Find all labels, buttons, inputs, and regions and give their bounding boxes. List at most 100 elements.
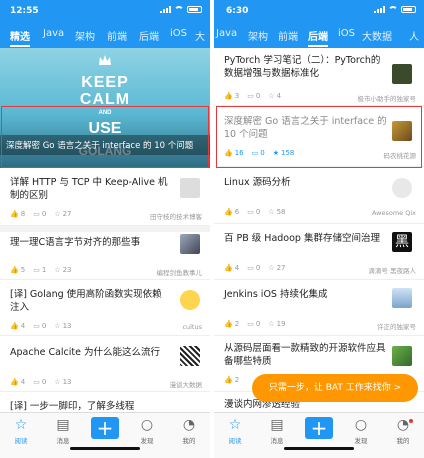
thumbs-up-icon[interactable]: 👍 xyxy=(224,92,233,100)
list-item[interactable]: 详解 HTTP 与 TCP 中 Keep-Alive 机制的区别 👍 8 ▭ 0 ☆… xyxy=(0,168,210,226)
tab-java[interactable]: Java xyxy=(43,28,64,39)
thumbs-up-icon[interactable]: 👍 xyxy=(10,210,19,218)
star-icon[interactable]: ☆ xyxy=(268,320,274,328)
thumbs-up-icon[interactable]: 👍 xyxy=(10,266,19,274)
list-item[interactable]: [译] 一步一脚印，了解多线程 xyxy=(0,392,210,412)
article-thumbnail xyxy=(392,346,412,366)
comment-icon[interactable]: ▭ xyxy=(247,320,254,328)
tab-bigdata[interactable]: 大数据 xyxy=(362,28,392,43)
thumbs-up-icon[interactable]: 👍 xyxy=(224,320,233,328)
article-source: cultus xyxy=(182,323,202,331)
star-icon: ☆ xyxy=(14,417,28,433)
list-item[interactable]: 理一理C语言字节对齐的那些事 👍 5 ▭ 1 ☆ 23 编程剑鱼教事儿 xyxy=(0,226,210,280)
star-icon[interactable]: ☆ xyxy=(268,208,274,216)
left-phone-screen: 12:55 精选 Java 架构 前端 后端 iOS 大 KEEP CALM A… xyxy=(0,0,210,458)
signal-icon xyxy=(374,6,385,13)
star-icon[interactable]: ☆ xyxy=(54,322,60,330)
status-bar: 12:55 xyxy=(0,0,210,24)
nav-profile[interactable]: ◔ 我的 xyxy=(388,417,418,445)
comment-icon[interactable]: ▭ xyxy=(247,264,254,272)
tab-backend[interactable]: 后端 xyxy=(139,28,159,43)
like-count: 4 xyxy=(20,378,26,386)
article-source: 田守枝的技术博客 xyxy=(150,213,202,221)
list-item[interactable]: PyTorch 学习笔记（二）：PyTorch的数据增强与数据标准化 👍 3 ▭ 0… xyxy=(214,48,424,106)
tab-backend[interactable]: 后端 xyxy=(308,28,328,43)
tab-featured[interactable]: 精选 xyxy=(10,28,30,43)
list-item[interactable]: Linux 源码分析 👍 6 ▭ 0 ☆ 58 Awesome Qix xyxy=(214,168,424,224)
star-icon[interactable]: ☆ xyxy=(268,264,274,272)
nav-label: 消息 xyxy=(56,437,70,445)
comment-icon[interactable]: ▭ xyxy=(247,92,254,100)
article-thumbnail xyxy=(180,178,200,198)
article-source: 漫谈大数据 xyxy=(169,381,203,389)
tab-architecture[interactable]: 架构 xyxy=(75,28,95,43)
star-count: 19 xyxy=(276,320,286,328)
like-count: 4 xyxy=(20,322,26,330)
thumbs-up-icon[interactable]: 👍 xyxy=(224,264,233,272)
comment-count: 1 xyxy=(41,266,47,274)
clock-avatar xyxy=(392,178,412,198)
thumbs-up-icon[interactable]: 👍 xyxy=(10,378,19,386)
star-icon[interactable]: ☆ xyxy=(54,378,60,386)
tab-ios[interactable]: iOS xyxy=(338,28,355,39)
tab-frontend[interactable]: 前端 xyxy=(107,28,127,43)
comment-icon[interactable]: ▭ xyxy=(33,210,40,218)
nav-label: 发现 xyxy=(140,437,154,445)
tab-architecture[interactable]: 架构 xyxy=(248,28,268,43)
nav-discover[interactable]: ○ 发现 xyxy=(132,417,162,445)
article-thumbnail xyxy=(180,234,200,254)
nav-label: 我的 xyxy=(396,437,410,445)
star-count: 23 xyxy=(62,266,72,274)
thumbs-up-icon[interactable]: 👍 xyxy=(10,322,19,330)
article-title: Apache Calcite 为什么能这么流行 xyxy=(10,347,161,358)
nav-messages[interactable]: ▤ 消息 xyxy=(262,417,292,445)
user-icon: ◔ xyxy=(396,417,410,433)
list-item[interactable]: [译] Golang 使用高阶函数实现依赖注入 👍 4 ▭ 0 ☆ 13 cultus xyxy=(0,280,210,336)
nav-read[interactable]: ☆ 阅读 xyxy=(220,417,250,445)
comment-count: 0 xyxy=(41,210,47,218)
star-count: 13 xyxy=(62,378,72,386)
thumbs-up-icon[interactable]: 👍 xyxy=(224,376,233,384)
article-title: 百 PB 级 Hadoop 集群存储空间治理 xyxy=(224,233,380,244)
inbox-icon: ▤ xyxy=(270,417,284,433)
nav-discover[interactable]: ○ 发现 xyxy=(346,417,376,445)
star-count: 13 xyxy=(62,322,72,330)
comment-icon[interactable]: ▭ xyxy=(33,266,40,274)
signal-icon xyxy=(160,6,171,13)
nav-messages[interactable]: ▤ 消息 xyxy=(48,417,78,445)
like-count: 2 xyxy=(234,376,240,384)
star-icon[interactable]: ☆ xyxy=(54,210,60,218)
category-tabs: 精选 Java 架构 前端 后端 iOS 大 xyxy=(0,24,210,48)
tab-frontend[interactable]: 前端 xyxy=(278,28,298,43)
add-button[interactable]: + xyxy=(305,417,333,439)
tab-ai[interactable]: 人 xyxy=(409,28,419,43)
list-item[interactable]: 百 PB 级 Hadoop 集群存储空间治理 黑 👍 4 ▭ 0 ☆ 27 滴滴号 黑… xyxy=(214,224,424,280)
inbox-icon: ▤ xyxy=(56,417,70,433)
article-title: 从源码层面看一款精致的开源软件应具备哪些特质 xyxy=(224,343,386,367)
nav-read[interactable]: ☆ 阅读 xyxy=(6,417,36,445)
status-bar: 6:30 xyxy=(214,0,424,24)
tab-java[interactable]: Java xyxy=(216,28,237,39)
add-button[interactable]: + xyxy=(91,417,119,439)
star-icon[interactable]: ☆ xyxy=(268,92,274,100)
list-item[interactable]: Jenkins iOS 持续化集成 👍 2 ▭ 0 ☆ 19 许正的独家号 xyxy=(214,280,424,336)
comment-count: 0 xyxy=(255,264,261,272)
promo-toast[interactable]: 只需一步，让 BAT 工作来找你 > xyxy=(252,374,418,402)
thumbs-up-icon[interactable]: 👍 xyxy=(224,208,233,216)
star-icon[interactable]: ☆ xyxy=(54,266,60,274)
article-source: 许正的独家号 xyxy=(377,323,416,331)
tab-ios[interactable]: iOS xyxy=(170,28,187,39)
nav-profile[interactable]: ◔ 我的 xyxy=(174,417,204,445)
wifi-icon xyxy=(174,6,184,13)
tab-bigdata[interactable]: 大 xyxy=(195,28,205,43)
comment-icon[interactable]: ▭ xyxy=(33,378,40,386)
comment-icon[interactable]: ▭ xyxy=(247,208,254,216)
star-count: 27 xyxy=(62,210,72,218)
nav-label: 阅读 xyxy=(14,437,28,445)
list-item[interactable]: Apache Calcite 为什么能这么流行 👍 4 ▭ 0 ☆ 13 漫谈大数据 xyxy=(0,336,210,392)
comment-icon[interactable]: ▭ xyxy=(33,322,40,330)
article-source: 极市小助手的独家号 xyxy=(357,95,417,103)
like-count: 3 xyxy=(234,92,240,100)
home-indicator xyxy=(284,447,354,450)
poster-text: KEEP xyxy=(81,74,129,91)
